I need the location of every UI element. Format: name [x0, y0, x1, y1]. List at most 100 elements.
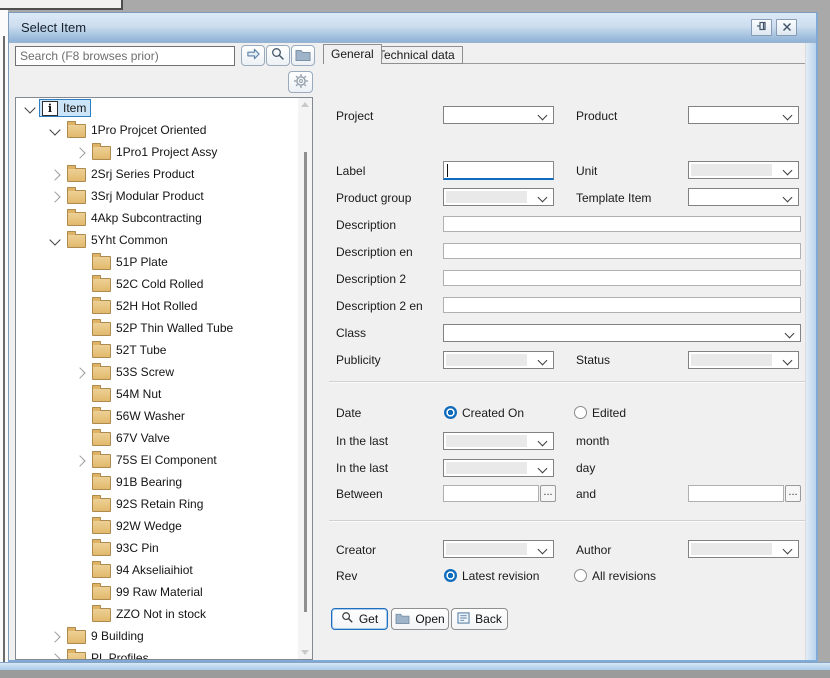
- tree-item[interactable]: 75S El Component: [16, 450, 298, 472]
- go-button[interactable]: [241, 45, 265, 66]
- tree-item[interactable]: 51P Plate: [16, 252, 298, 274]
- tree-item[interactable]: 56W Washer: [16, 406, 298, 428]
- tree-item[interactable]: 54M Nut: [16, 384, 298, 406]
- tree-item[interactable]: 91B Bearing: [16, 472, 298, 494]
- browse-folder-button[interactable]: [291, 45, 315, 66]
- tree-item[interactable]: 52T Tube: [16, 340, 298, 362]
- tree-node[interactable]: 91B Bearing: [89, 473, 187, 491]
- product-group-combobox[interactable]: [443, 188, 554, 206]
- tree-node[interactable]: 92S Retain Ring: [89, 495, 208, 513]
- tree-item[interactable]: 9 Building: [16, 626, 298, 648]
- tree-item[interactable]: 4Akp Subcontracting: [16, 208, 298, 230]
- between-from-browse-button[interactable]: ...: [540, 485, 556, 502]
- tree-node[interactable]: 3Srj Modular Product: [64, 187, 209, 205]
- chevron-right-icon[interactable]: [49, 191, 60, 202]
- product-combobox[interactable]: [688, 106, 799, 124]
- scroll-down-icon[interactable]: [301, 650, 309, 655]
- chevron-right-icon[interactable]: [49, 169, 60, 180]
- chevron-right-icon[interactable]: [49, 631, 60, 642]
- all-revisions-radio[interactable]: [574, 569, 587, 582]
- publicity-combobox[interactable]: [443, 351, 554, 369]
- template-item-combobox[interactable]: [688, 188, 799, 206]
- settings-button[interactable]: [288, 71, 313, 93]
- tree-node[interactable]: 1Pro1 Project Assy: [89, 143, 222, 161]
- tree-item[interactable]: 1Pro1 Project Assy: [16, 142, 298, 164]
- tree-item[interactable]: 92W Wedge: [16, 516, 298, 538]
- created-on-radio[interactable]: [444, 406, 457, 419]
- tree-node[interactable]: 52C Cold Rolled: [89, 275, 208, 293]
- search-button[interactable]: [266, 45, 290, 66]
- tree-node[interactable]: 75S El Component: [89, 451, 222, 469]
- tree-node[interactable]: PL Profiles: [64, 649, 154, 660]
- tree-item[interactable]: PL Profiles: [16, 648, 298, 660]
- tree-node[interactable]: 92W Wedge: [89, 517, 187, 535]
- tree-item[interactable]: ZZO Not in stock: [16, 604, 298, 626]
- description-2-input[interactable]: [443, 270, 801, 286]
- creator-combobox[interactable]: [443, 540, 554, 558]
- chevron-down-icon[interactable]: [49, 234, 60, 245]
- class-combobox[interactable]: [443, 324, 801, 342]
- tree-node[interactable]: 52P Thin Walled Tube: [89, 319, 238, 337]
- tree-node[interactable]: 54M Nut: [89, 385, 166, 403]
- chevron-right-icon[interactable]: [74, 367, 85, 378]
- edited-radio[interactable]: [574, 406, 587, 419]
- tree-node[interactable]: 1Pro Projcet Oriented: [64, 121, 211, 139]
- scroll-up-icon[interactable]: [301, 102, 309, 107]
- between-to-browse-button[interactable]: ...: [785, 485, 801, 502]
- scrollbar-thumb[interactable]: [304, 152, 307, 612]
- author-combobox[interactable]: [688, 540, 799, 558]
- tree-item[interactable]: iItem: [16, 98, 298, 120]
- between-to-input[interactable]: [688, 485, 784, 502]
- tree-item[interactable]: 94 Akseliaihiot: [16, 560, 298, 582]
- tree-item[interactable]: 53S Screw: [16, 362, 298, 384]
- tree-item[interactable]: 1Pro Projcet Oriented: [16, 120, 298, 142]
- tree-item[interactable]: 2Srj Series Product: [16, 164, 298, 186]
- tree-item[interactable]: 52P Thin Walled Tube: [16, 318, 298, 340]
- latest-revision-radio[interactable]: [444, 569, 457, 582]
- tree-item[interactable]: 52C Cold Rolled: [16, 274, 298, 296]
- tree-node[interactable]: ZZO Not in stock: [89, 605, 211, 623]
- tree-node[interactable]: 94 Akseliaihiot: [89, 561, 198, 579]
- tree-item[interactable]: 52H Hot Rolled: [16, 296, 298, 318]
- chevron-down-icon[interactable]: [24, 102, 35, 113]
- tree-item[interactable]: 93C Pin: [16, 538, 298, 560]
- tree-node-selected[interactable]: iItem: [39, 99, 91, 117]
- tree-node[interactable]: 5Yht Common: [64, 231, 173, 249]
- tab-technical-data[interactable]: Technical data: [370, 46, 463, 64]
- tree-node[interactable]: 67V Valve: [89, 429, 175, 447]
- tree-item[interactable]: 67V Valve: [16, 428, 298, 450]
- description-2-en-input[interactable]: [443, 297, 801, 313]
- tree-item[interactable]: 3Srj Modular Product: [16, 186, 298, 208]
- tree-node[interactable]: 52T Tube: [89, 341, 171, 359]
- in-the-last-day-combobox[interactable]: [443, 459, 554, 477]
- tree-node[interactable]: 4Akp Subcontracting: [64, 209, 207, 227]
- tree-node[interactable]: 9 Building: [64, 627, 149, 645]
- tree-item[interactable]: 99 Raw Material: [16, 582, 298, 604]
- tree-node[interactable]: 93C Pin: [89, 539, 164, 557]
- close-button[interactable]: [776, 19, 797, 36]
- get-button[interactable]: Get: [331, 608, 388, 630]
- tree-node[interactable]: 99 Raw Material: [89, 583, 208, 601]
- search-input[interactable]: [15, 46, 235, 66]
- pin-button[interactable]: [751, 19, 772, 36]
- chevron-right-icon[interactable]: [74, 147, 85, 158]
- tree-node[interactable]: 53S Screw: [89, 363, 179, 381]
- tree-scrollbar[interactable]: [298, 98, 312, 659]
- chevron-down-icon[interactable]: [49, 124, 60, 135]
- tree-node[interactable]: 56W Washer: [89, 407, 190, 425]
- unit-combobox[interactable]: [688, 161, 799, 179]
- tree-node[interactable]: 51P Plate: [89, 253, 173, 271]
- tree-node[interactable]: 52H Hot Rolled: [89, 297, 202, 315]
- label-input[interactable]: [443, 161, 554, 180]
- description-input[interactable]: [443, 216, 801, 232]
- tree-node[interactable]: 2Srj Series Product: [64, 165, 199, 183]
- tab-general[interactable]: General: [323, 44, 382, 64]
- description-en-input[interactable]: [443, 243, 801, 259]
- tree-item[interactable]: 5Yht Common: [16, 230, 298, 252]
- open-button[interactable]: Open: [391, 608, 449, 630]
- between-from-input[interactable]: [443, 485, 539, 502]
- tree-item[interactable]: 92S Retain Ring: [16, 494, 298, 516]
- project-combobox[interactable]: [443, 106, 554, 124]
- chevron-right-icon[interactable]: [49, 653, 60, 660]
- in-the-last-month-combobox[interactable]: [443, 432, 554, 450]
